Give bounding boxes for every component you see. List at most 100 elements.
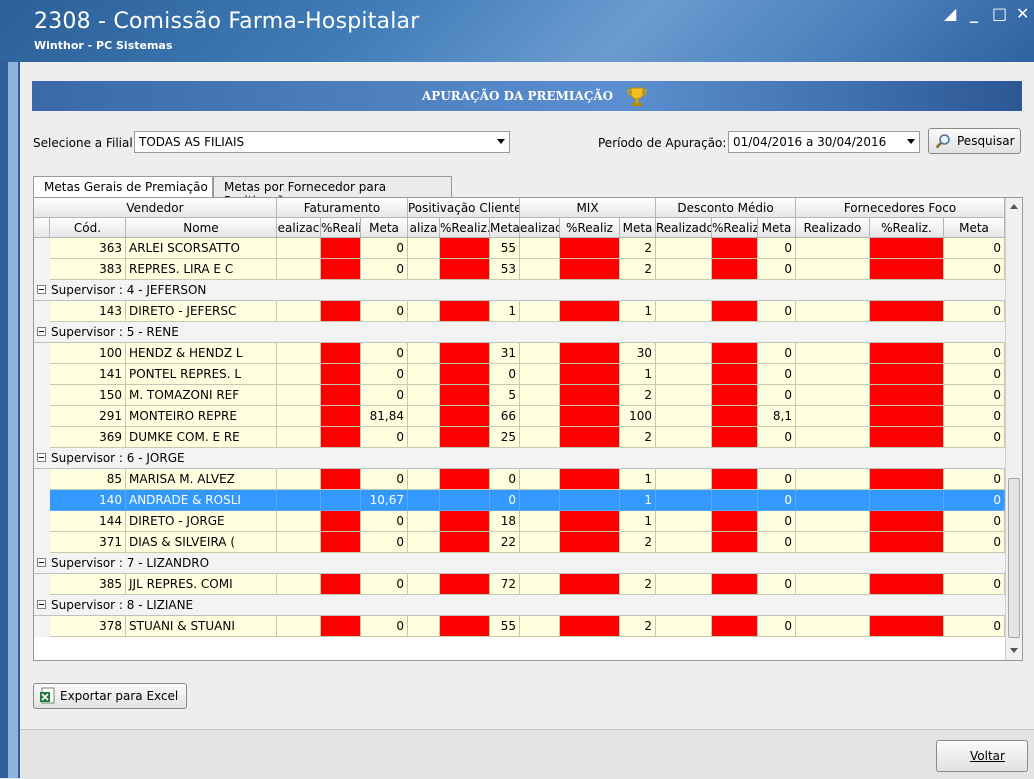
cell-cod[interactable]: 369 (50, 427, 126, 448)
cell-fat-meta[interactable]: 0 (361, 427, 408, 448)
cell-mix-meta[interactable]: 1 (620, 511, 656, 532)
cell-percent-alert[interactable] (870, 616, 944, 637)
cell-nome[interactable]: ANDRADE & ROSLI (126, 490, 277, 511)
table-row[interactable]: 143 DIRETO - JEFERSC 0 1 1 0 0 (34, 301, 1005, 322)
cell-realizado[interactable] (277, 490, 321, 511)
cell-realizado[interactable] (656, 364, 712, 385)
collapse-icon[interactable] (37, 327, 46, 336)
cell-pos-meta[interactable]: 66 (490, 406, 520, 427)
scroll-thumb[interactable] (1008, 478, 1020, 638)
cell-percent-alert[interactable] (440, 364, 490, 385)
cell-desc-meta[interactable]: 0 (758, 301, 796, 322)
cell-pos-meta[interactable]: 22 (490, 532, 520, 553)
cell-mix-meta[interactable]: 1 (620, 469, 656, 490)
cell-realizado[interactable] (520, 532, 560, 553)
cell-forn-meta[interactable]: 0 (944, 469, 1005, 490)
cell-realizado[interactable] (656, 511, 712, 532)
cell-fat-meta[interactable]: 0 (361, 616, 408, 637)
cell-realizado[interactable] (656, 469, 712, 490)
cell-percent-alert[interactable] (712, 364, 758, 385)
cell-nome[interactable]: STUANI & STUANI (126, 616, 277, 637)
cell-percent-alert[interactable] (712, 406, 758, 427)
cell-percent-alert[interactable] (321, 406, 361, 427)
cell-percent-alert[interactable] (321, 259, 361, 280)
group-row[interactable]: Supervisor : 8 - LIZIANE (34, 595, 1005, 616)
cell-realizado[interactable] (796, 532, 870, 553)
cell-percent-alert[interactable] (440, 469, 490, 490)
cell-realizado[interactable] (656, 490, 712, 511)
cell-percent-alert[interactable] (321, 490, 361, 511)
cell-cod[interactable]: 141 (50, 364, 126, 385)
cell-realizado[interactable] (656, 238, 712, 259)
cell-nome[interactable]: JJL REPRES. COMI (126, 574, 277, 595)
cell-pos-meta[interactable]: 55 (490, 616, 520, 637)
cell-mix-meta[interactable]: 1 (620, 490, 656, 511)
cell-percent-alert[interactable] (712, 427, 758, 448)
cell-percent-alert[interactable] (560, 490, 620, 511)
cell-realizado[interactable] (520, 469, 560, 490)
cell-percent-alert[interactable] (870, 532, 944, 553)
cell-forn-meta[interactable]: 0 (944, 427, 1005, 448)
cell-nome[interactable]: REPRES. LIRA E C (126, 259, 277, 280)
cell-pos-meta[interactable]: 1 (490, 301, 520, 322)
cell-percent-alert[interactable] (712, 574, 758, 595)
cell-forn-meta[interactable]: 0 (944, 259, 1005, 280)
cell-realizado[interactable] (408, 574, 440, 595)
cell-desc-meta[interactable]: 0 (758, 385, 796, 406)
cell-desc-meta[interactable]: 0 (758, 427, 796, 448)
cell-percent-alert[interactable] (440, 406, 490, 427)
cell-desc-meta[interactable]: 0 (758, 469, 796, 490)
cell-realizado[interactable] (796, 469, 870, 490)
cell-mix-meta[interactable]: 2 (620, 385, 656, 406)
cell-mix-meta[interactable]: 2 (620, 259, 656, 280)
collapse-icon[interactable] (37, 453, 46, 462)
cell-percent-alert[interactable] (440, 343, 490, 364)
cell-fat-meta[interactable]: 0 (361, 385, 408, 406)
table-row[interactable]: 363 ARLEI SCORSATTO 0 55 2 0 0 (34, 238, 1005, 259)
cell-realizado[interactable] (796, 343, 870, 364)
cell-percent-alert[interactable] (321, 385, 361, 406)
cell-nome[interactable]: HENDZ & HENDZ L (126, 343, 277, 364)
cell-percent-alert[interactable] (870, 574, 944, 595)
cell-realizado[interactable] (656, 301, 712, 322)
cell-forn-meta[interactable]: 0 (944, 301, 1005, 322)
minimize-icon[interactable]: _ (970, 4, 978, 23)
cell-realizado[interactable] (520, 301, 560, 322)
cell-pos-meta[interactable]: 0 (490, 469, 520, 490)
cell-realizado[interactable] (656, 259, 712, 280)
group-row[interactable]: Supervisor : 4 - JEFERSON (34, 280, 1005, 301)
collapse-icon[interactable] (37, 558, 46, 567)
cell-realizado[interactable] (520, 343, 560, 364)
cell-percent-alert[interactable] (440, 511, 490, 532)
cell-forn-meta[interactable]: 0 (944, 343, 1005, 364)
cell-realizado[interactable] (520, 259, 560, 280)
cell-realizado[interactable] (520, 574, 560, 595)
cell-percent-alert[interactable] (560, 385, 620, 406)
cell-forn-meta[interactable]: 0 (944, 532, 1005, 553)
cell-percent-alert[interactable] (870, 301, 944, 322)
vertical-scrollbar[interactable] (1005, 198, 1022, 660)
cell-pos-meta[interactable]: 31 (490, 343, 520, 364)
cell-fat-meta[interactable]: 0 (361, 511, 408, 532)
tab-metas-gerais[interactable]: Metas Gerais de Premiação (33, 176, 213, 198)
cell-fat-meta[interactable]: 81,84 (361, 406, 408, 427)
cell-percent-alert[interactable] (440, 574, 490, 595)
cell-realizado[interactable] (796, 616, 870, 637)
cell-realizado[interactable] (408, 469, 440, 490)
cell-desc-meta[interactable]: 0 (758, 616, 796, 637)
table-row[interactable]: 141 PONTEL REPRES. L 0 0 1 0 0 (34, 364, 1005, 385)
cell-pos-meta[interactable]: 25 (490, 427, 520, 448)
cell-desc-meta[interactable]: 0 (758, 490, 796, 511)
cell-percent-alert[interactable] (321, 574, 361, 595)
cell-mix-meta[interactable]: 2 (620, 574, 656, 595)
column-header[interactable]: %Realiz. (870, 218, 944, 238)
cell-realizado[interactable] (408, 616, 440, 637)
column-header[interactable]: aliza (408, 218, 440, 238)
cell-percent-alert[interactable] (870, 511, 944, 532)
cell-pos-meta[interactable]: 72 (490, 574, 520, 595)
cell-realizado[interactable] (277, 364, 321, 385)
cell-percent-alert[interactable] (560, 574, 620, 595)
cell-percent-alert[interactable] (321, 238, 361, 259)
cell-mix-meta[interactable]: 2 (620, 532, 656, 553)
cell-cod[interactable]: 100 (50, 343, 126, 364)
